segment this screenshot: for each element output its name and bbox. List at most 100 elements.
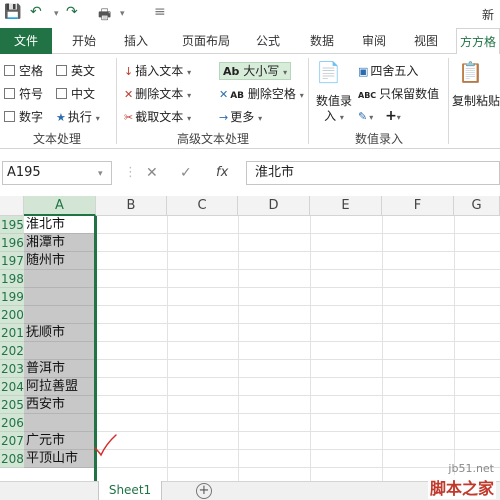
table-cell[interactable]: 抚顺市 [24, 324, 96, 342]
execute-button[interactable]: ★ 执行 ▾ [56, 108, 100, 125]
row-header[interactable]: 198 [0, 270, 24, 288]
table-cell[interactable]: 西安市 [24, 396, 96, 414]
table-cell[interactable]: 平顶山市 [24, 450, 96, 468]
column-header-a[interactable]: A [24, 196, 96, 216]
row-header[interactable]: 208 [0, 450, 24, 468]
tab-fangfangge[interactable]: 方方格 [456, 28, 500, 54]
formula-input[interactable]: 淮北市 [246, 161, 500, 185]
table-cell[interactable] [24, 414, 96, 432]
table-cell[interactable]: 湘潭市 [24, 234, 96, 252]
checkbox-space[interactable]: 空格 [4, 62, 43, 79]
checkbox-symbol[interactable]: 符号 [4, 85, 43, 102]
select-all-corner[interactable] [0, 196, 24, 216]
spreadsheet-grid[interactable]: A B C D E F G 195 淮北市 196 湘潭市 197 随州市 198 199 20… [0, 196, 500, 481]
dropdown-arrow-icon: ▾ [258, 114, 263, 123]
name-box[interactable]: A195 [2, 161, 112, 185]
name-box-dropdown-icon[interactable]: ▾ [98, 169, 103, 179]
copy-paste-button[interactable]: 复制粘贴 [452, 94, 500, 109]
tab-insert[interactable]: 插入 [114, 28, 158, 54]
active-cell[interactable]: 淮北市 [24, 216, 96, 234]
clipboard-icon: 📋 [458, 60, 483, 84]
edit-tools-button[interactable]: ✎ ▾ +▾ [358, 108, 401, 124]
row-header[interactable]: 197 [0, 252, 24, 270]
round-icon: ▣ [358, 65, 369, 78]
arrow-right-icon: → [219, 111, 229, 124]
gridline [96, 251, 500, 252]
numeric-input-icon: 📄 [316, 60, 341, 84]
title-bar: 💾 ↶ ▾ ↷ 🖶 ▾ ≡ 新 [0, 0, 500, 28]
group-label-numeric: 数值录入 [354, 132, 403, 146]
case-button[interactable]: Ab 大小写 ▾ [219, 62, 292, 80]
table-cell[interactable]: 随州市 [24, 252, 96, 270]
round-button[interactable]: ▣ 四舍五入 [358, 62, 418, 79]
table-cell[interactable] [24, 288, 96, 306]
remove-space-icon: ✕ [219, 88, 229, 101]
undo-icon[interactable]: ↶ [30, 4, 42, 20]
table-cell[interactable]: 普洱市 [24, 360, 96, 378]
tab-formulas[interactable]: 公式 [246, 28, 290, 54]
row-header[interactable]: 205 [0, 396, 24, 414]
column-header-b[interactable]: B [96, 196, 167, 216]
gridline [96, 323, 500, 324]
numeric-input-button[interactable]: 数值录入 ▾ [314, 94, 354, 125]
tab-home[interactable]: 开始 [62, 28, 106, 54]
quick-access-tool-icon[interactable]: 🖶 [98, 4, 111, 28]
cancel-icon[interactable]: ✕ [146, 165, 158, 181]
redo-icon[interactable]: ↷ [66, 4, 78, 20]
remove-space-button[interactable]: ✕ AB 删除空格 ▾ [219, 85, 304, 102]
row-header[interactable]: 200 [0, 306, 24, 324]
tab-page-layout[interactable]: 页面布局 [168, 28, 244, 54]
tab-file[interactable]: 文件 [0, 28, 52, 54]
row-header[interactable]: 203 [0, 360, 24, 378]
tab-review[interactable]: 审阅 [352, 28, 396, 54]
tab-view[interactable]: 视图 [404, 28, 448, 54]
column-header-e[interactable]: E [310, 196, 382, 216]
row-header[interactable]: 199 [0, 288, 24, 306]
table-cell[interactable] [24, 306, 96, 324]
tab-data[interactable]: 数据 [300, 28, 344, 54]
keep-value-button[interactable]: ABC 只保留数值 [358, 85, 439, 102]
row-header[interactable]: 202 [0, 342, 24, 360]
column-header-g[interactable]: G [454, 196, 500, 216]
customize-icon[interactable]: ≡ [154, 4, 166, 20]
checkbox-english[interactable]: 英文 [56, 62, 95, 79]
dropdown-arrow-icon: ▾ [339, 113, 344, 122]
row-header[interactable]: 204 [0, 378, 24, 396]
sheet-tab-sheet1[interactable]: Sheet1 [98, 481, 162, 500]
gridline [96, 269, 500, 270]
checkbox-icon [56, 88, 67, 99]
row-header[interactable]: 201 [0, 324, 24, 342]
watermark-site: jb51.net [448, 462, 494, 475]
tool-dropdown-icon[interactable]: ▾ [120, 9, 125, 19]
checkbox-number[interactable]: 数字 [4, 108, 43, 125]
dropdown-arrow-icon: ▾ [187, 68, 192, 77]
more-button[interactable]: → 更多 ▾ [219, 108, 262, 125]
add-sheet-icon[interactable]: + [196, 483, 212, 499]
table-cell[interactable]: 广元市 [24, 432, 96, 450]
dropdown-arrow-icon: ▾ [396, 113, 401, 122]
confirm-icon[interactable]: ✓ [180, 165, 192, 181]
row-header[interactable]: 195 [0, 216, 24, 234]
gridline [96, 449, 500, 450]
ribbon: 空格 英文 符号 中文 数字 ★ 执行 ▾ 文本处理 ↓ 插入文本 ▾ ✕ 删除文本 … [0, 54, 500, 149]
row-header[interactable]: 206 [0, 414, 24, 432]
delete-text-button[interactable]: ✕ 删除文本 ▾ [124, 85, 191, 102]
gridline [96, 467, 500, 468]
table-cell[interactable] [24, 342, 96, 360]
undo-dropdown-icon[interactable]: ▾ [54, 9, 59, 19]
fx-icon[interactable]: fx [216, 165, 228, 180]
extract-text-button[interactable]: ✂ 截取文本 ▾ [124, 108, 191, 125]
column-header-d[interactable]: D [238, 196, 310, 216]
insert-text-button[interactable]: ↓ 插入文本 ▾ [124, 62, 191, 79]
group-label-advanced-text: 高级文本处理 [176, 132, 249, 146]
row-header[interactable]: 207 [0, 432, 24, 450]
table-cell[interactable]: 阿拉善盟 [24, 378, 96, 396]
column-header-f[interactable]: F [382, 196, 454, 216]
column-header-c[interactable]: C [167, 196, 238, 216]
table-cell[interactable] [24, 270, 96, 288]
window-title: 新 [481, 8, 494, 22]
plus-icon[interactable]: + [385, 108, 397, 124]
row-header[interactable]: 196 [0, 234, 24, 252]
checkbox-chinese[interactable]: 中文 [56, 85, 95, 102]
save-icon[interactable]: 💾 [4, 4, 21, 20]
